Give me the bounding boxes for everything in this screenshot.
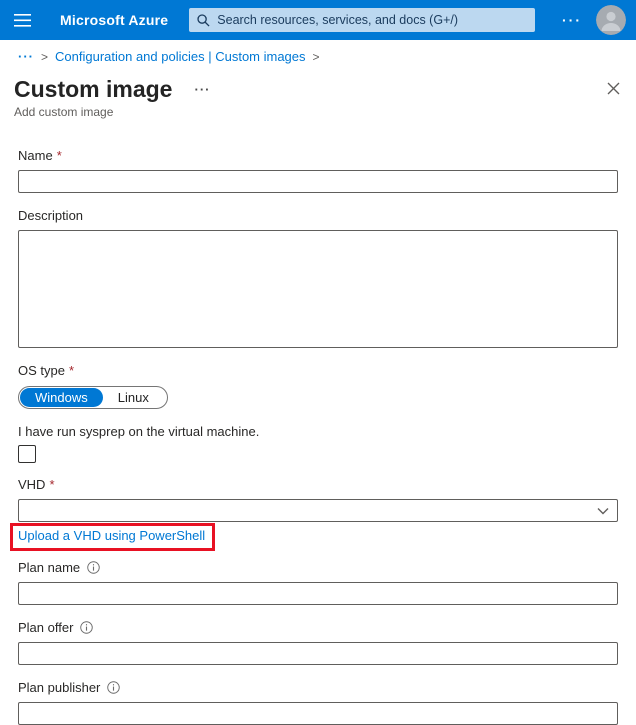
azure-top-bar: Microsoft Azure ···: [0, 0, 636, 40]
os-type-option-windows[interactable]: Windows: [20, 388, 103, 407]
name-field[interactable]: [18, 170, 618, 193]
custom-image-form: Name * Description OS type * Windows Lin…: [0, 148, 636, 725]
page-subtitle: Add custom image: [0, 102, 636, 119]
vhd-dropdown[interactable]: [18, 499, 618, 522]
plan-name-label: Plan name: [18, 560, 618, 575]
vhd-label: VHD *: [18, 477, 618, 492]
search-icon: [197, 14, 210, 27]
global-search-box[interactable]: [189, 8, 535, 32]
breadcrumb: ··· > Configuration and policies | Custo…: [0, 40, 636, 70]
name-label: Name *: [18, 148, 618, 163]
description-field[interactable]: [18, 230, 618, 348]
info-icon[interactable]: [87, 561, 100, 574]
breadcrumb-separator: >: [41, 50, 48, 64]
hamburger-menu-icon[interactable]: [0, 0, 44, 40]
page-title: Custom image: [14, 76, 172, 102]
plan-offer-field[interactable]: [18, 642, 618, 665]
sysprep-checkbox[interactable]: [18, 445, 36, 463]
panel-header: Custom image ···: [0, 70, 636, 102]
info-icon[interactable]: [80, 621, 93, 634]
search-input[interactable]: [217, 13, 527, 27]
breadcrumb-separator: >: [313, 50, 320, 64]
description-label: Description: [18, 208, 618, 223]
os-type-option-linux[interactable]: Linux: [103, 388, 164, 407]
header-more-icon[interactable]: ···: [562, 0, 582, 40]
plan-publisher-label: Plan publisher: [18, 680, 618, 695]
close-icon[interactable]: [605, 80, 622, 100]
title-more-icon[interactable]: ···: [194, 82, 210, 97]
info-icon[interactable]: [107, 681, 120, 694]
annotation-highlight-box: Upload a VHD using PowerShell: [10, 523, 215, 551]
azure-brand-logo[interactable]: Microsoft Azure: [60, 12, 168, 28]
plan-offer-label: Plan offer: [18, 620, 618, 635]
breadcrumb-ellipsis[interactable]: ···: [18, 49, 34, 64]
plan-publisher-field[interactable]: [18, 702, 618, 725]
required-marker: *: [57, 148, 62, 163]
plan-name-field[interactable]: [18, 582, 618, 605]
avatar[interactable]: [596, 5, 626, 35]
sysprep-label: I have run sysprep on the virtual machin…: [18, 424, 618, 439]
upload-vhd-powershell-link[interactable]: Upload a VHD using PowerShell: [18, 528, 205, 543]
os-type-toggle: Windows Linux: [18, 386, 168, 409]
required-marker: *: [49, 477, 54, 492]
os-type-label: OS type *: [18, 363, 618, 378]
chevron-down-icon: [597, 507, 609, 515]
required-marker: *: [69, 363, 74, 378]
breadcrumb-link-configuration-and-policies[interactable]: Configuration and policies | Custom imag…: [55, 49, 306, 64]
